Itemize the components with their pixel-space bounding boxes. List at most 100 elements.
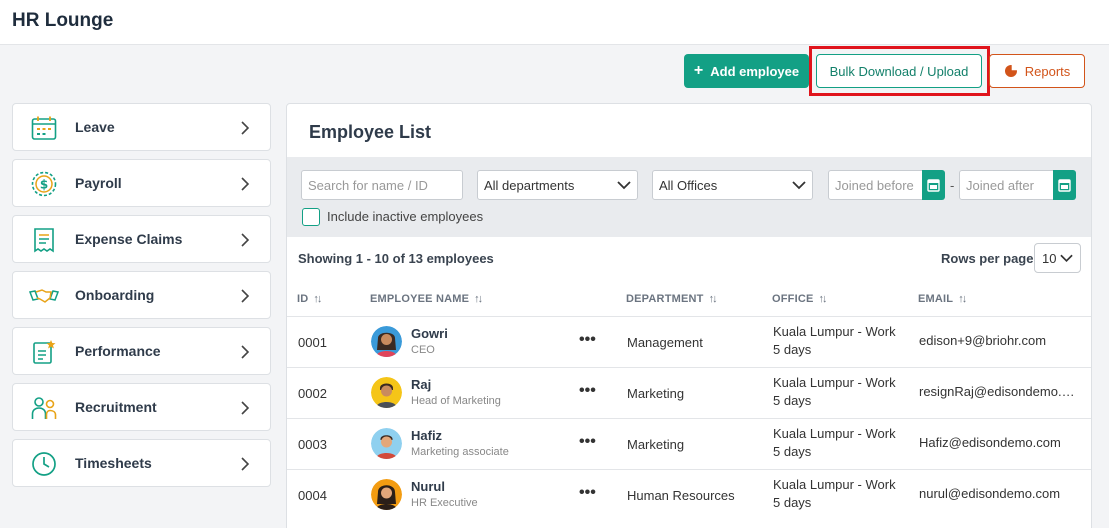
office-select-value: All Offices <box>659 177 718 193</box>
plus-icon: + <box>693 62 704 79</box>
employee-id: 0001 <box>298 335 327 350</box>
sort-icon: ↑↓ <box>708 293 718 305</box>
sidebar-item-payroll[interactable]: $ Payroll <box>12 159 271 207</box>
column-header-email[interactable]: EMAIL ↑↓ <box>918 293 967 305</box>
chevron-down-icon <box>617 180 631 189</box>
add-employee-button[interactable]: + Add employee <box>684 54 809 88</box>
chevron-right-icon <box>241 345 250 359</box>
employee-email: resignRaj@edisondemo.com <box>919 384 1079 399</box>
sidebar-item-expense-claims[interactable]: Expense Claims <box>12 215 271 263</box>
column-header-name[interactable]: EMPLOYEE NAME ↑↓ <box>370 293 483 305</box>
sidebar-item-onboarding[interactable]: Onboarding <box>12 271 271 319</box>
joined-before-input[interactable]: Joined before <box>828 170 923 200</box>
avatar <box>371 326 402 357</box>
rows-per-page-label: Rows per page <box>941 251 1034 266</box>
star-clipboard-icon <box>33 340 56 364</box>
employee-email: edison+9@briohr.com <box>919 333 1047 348</box>
office-select[interactable]: All Offices <box>652 170 813 200</box>
include-inactive-label: Include inactive employees <box>327 209 484 224</box>
sidebar-item-label: Performance <box>75 343 161 359</box>
employee-name[interactable]: Gowri <box>411 326 448 341</box>
handshake-icon <box>29 289 59 303</box>
sidebar-item-label: Timesheets <box>75 455 152 471</box>
sort-icon: ↑↓ <box>818 293 828 305</box>
reports-button[interactable]: Reports <box>989 54 1085 88</box>
employee-email: nurul@edisondemo.com <box>919 486 1061 501</box>
avatar <box>371 479 402 510</box>
chevron-right-icon <box>241 457 250 471</box>
page-title: Employee List <box>309 122 432 142</box>
employee-role: Head of Marketing <box>411 395 501 407</box>
sidebar-item-label: Payroll <box>75 175 122 191</box>
add-employee-label: Add employee <box>710 63 800 79</box>
employee-id: 0002 <box>298 386 327 401</box>
svg-text:$: $ <box>40 178 48 192</box>
rows-per-page-value: 10 <box>1042 250 1057 266</box>
employee-role: CEO <box>411 344 435 356</box>
sidebar-item-label: Onboarding <box>75 287 155 303</box>
column-header-department[interactable]: DEPARTMENT ↑↓ <box>626 293 718 305</box>
table-row[interactable]: 0002 Raj Head of Marketing ••• Marketing… <box>287 367 1091 418</box>
employee-name[interactable]: Nurul <box>411 479 445 494</box>
joined-after-input[interactable]: Joined after <box>959 170 1054 200</box>
employee-name[interactable]: Raj <box>411 377 431 392</box>
employee-email: Hafiz@edisondemo.com <box>919 435 1061 450</box>
employee-name[interactable]: Hafiz <box>411 428 442 443</box>
calendar-icon <box>927 179 940 192</box>
sidebar: Leave $ Payroll Expense Claims Onboardin… <box>12 103 271 495</box>
joined-before-calendar-button[interactable] <box>922 170 945 200</box>
table-row[interactable]: 0004 Nurul HR Executive ••• Human Resour… <box>287 469 1091 520</box>
employee-id: 0003 <box>298 437 327 452</box>
highlight-box <box>809 46 990 96</box>
employee-id: 0004 <box>298 488 327 503</box>
department-select[interactable]: All departments <box>477 170 638 200</box>
people-icon <box>31 397 57 419</box>
clock-icon <box>32 452 56 476</box>
employee-department: Management <box>627 335 703 350</box>
table-row[interactable]: 0001 Gowri CEO ••• Management Kuala Lump… <box>287 316 1091 367</box>
joined-after-calendar-button[interactable] <box>1053 170 1076 200</box>
chevron-right-icon <box>241 289 250 303</box>
chevron-right-icon <box>241 233 250 247</box>
sort-icon: ↑↓ <box>313 293 322 305</box>
sidebar-item-label: Leave <box>75 119 115 135</box>
more-options-icon[interactable]: ••• <box>579 382 596 400</box>
showing-count: Showing 1 - 10 of 13 employees <box>298 251 494 266</box>
filters-bar: Search for name / ID All departments All… <box>287 157 1091 237</box>
top-bar: HR Lounge <box>0 0 1109 45</box>
date-range-separator: - <box>950 178 955 193</box>
sidebar-item-performance[interactable]: Performance <box>12 327 271 375</box>
more-options-icon[interactable]: ••• <box>579 484 596 502</box>
column-header-id[interactable]: ID ↑↓ <box>297 293 322 305</box>
employee-office: Kuala Lumpur - Work 5 days <box>773 426 896 459</box>
sidebar-item-leave[interactable]: Leave <box>12 103 271 151</box>
employee-role: HR Executive <box>411 497 478 509</box>
dollar-coin-icon: $ <box>31 171 57 197</box>
chevron-right-icon <box>241 121 250 135</box>
column-header-office[interactable]: OFFICE ↑↓ <box>772 293 828 305</box>
employee-office: Kuala Lumpur - Work 5 days <box>773 375 896 408</box>
department-select-value: All departments <box>484 177 575 193</box>
employee-list-panel: Employee List Search for name / ID All d… <box>286 103 1092 528</box>
chevron-right-icon <box>241 401 250 415</box>
app-title: HR Lounge <box>12 10 114 31</box>
reports-label: Reports <box>1024 63 1071 79</box>
search-input[interactable]: Search for name / ID <box>301 170 463 200</box>
calendar-icon <box>31 116 57 140</box>
include-inactive-checkbox[interactable] <box>302 208 320 226</box>
sidebar-item-recruitment[interactable]: Recruitment <box>12 383 271 431</box>
avatar <box>371 377 402 408</box>
employee-role: Marketing associate <box>411 446 509 458</box>
more-options-icon[interactable]: ••• <box>579 331 596 349</box>
sidebar-item-label: Recruitment <box>75 399 157 415</box>
table-row[interactable]: 0003 Hafiz Marketing associate ••• Marke… <box>287 418 1091 469</box>
employee-department: Human Resources <box>627 488 735 503</box>
rows-per-page-select[interactable]: 10 <box>1034 243 1081 273</box>
sidebar-item-timesheets[interactable]: Timesheets <box>12 439 271 487</box>
more-options-icon[interactable]: ••• <box>579 433 596 451</box>
employee-office: Kuala Lumpur - Work 5 days <box>773 477 896 510</box>
employee-office: Kuala Lumpur - Work 5 days <box>773 324 896 357</box>
sort-icon: ↑↓ <box>474 293 483 305</box>
employee-department: Marketing <box>627 386 685 401</box>
chevron-down-icon <box>792 180 806 189</box>
